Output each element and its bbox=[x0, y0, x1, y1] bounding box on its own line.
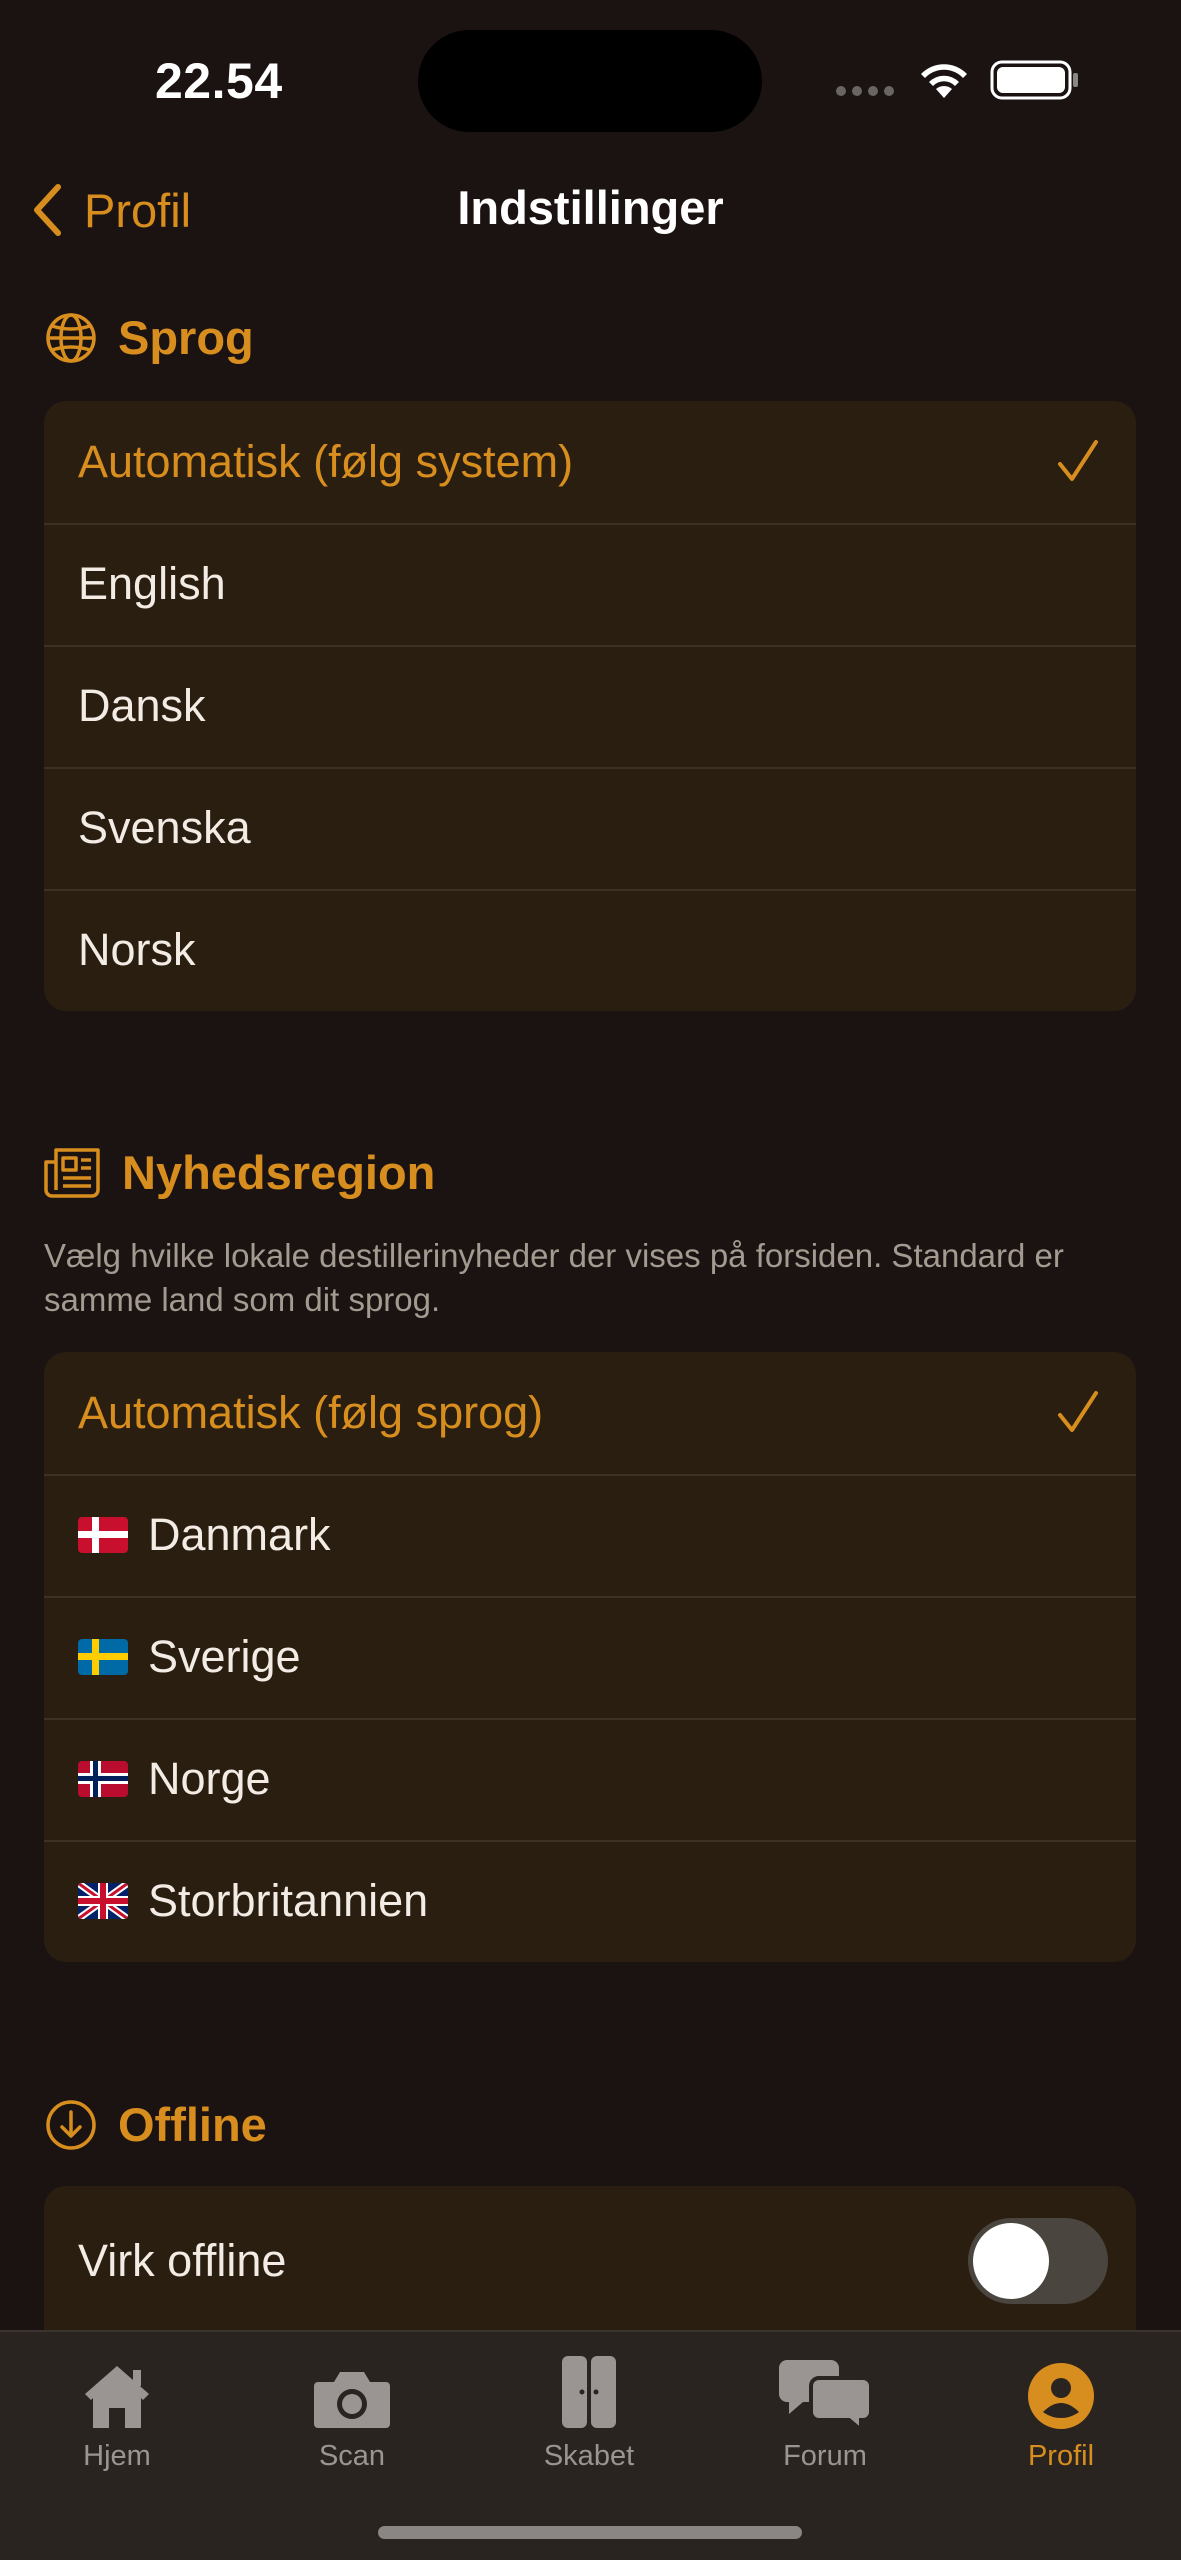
tab-home[interactable]: Hjem bbox=[17, 2340, 217, 2473]
tab-label: Forum bbox=[783, 2440, 867, 2472]
camera-icon bbox=[314, 2372, 390, 2428]
option-label: Storbritannien bbox=[148, 1875, 429, 1926]
section-header-language: Sprog bbox=[44, 310, 254, 365]
option-label: Norsk bbox=[78, 924, 196, 975]
work-offline-toggle[interactable] bbox=[968, 2218, 1108, 2304]
work-offline-label: Virk offline bbox=[78, 2235, 287, 2286]
tab-label: Profil bbox=[1027, 2440, 1095, 2472]
option-label: Automatisk (følg sprog) bbox=[78, 1387, 544, 1438]
chat-bubbles-icon bbox=[779, 2360, 871, 2430]
region-option-sverige[interactable]: Sverige bbox=[44, 1596, 1136, 1718]
language-option-english[interactable]: English bbox=[44, 523, 1136, 645]
section-header-offline: Offline bbox=[44, 2097, 267, 2152]
globe-icon bbox=[46, 312, 96, 363]
status-time: 22.54 bbox=[155, 53, 283, 109]
news-region-list: Automatisk (følg sprog) Danmark Sverige … bbox=[44, 1352, 1136, 1962]
tab-label: Skabet bbox=[543, 2440, 635, 2472]
region-option-automatic[interactable]: Automatisk (følg sprog) bbox=[44, 1352, 1136, 1474]
toggle-knob bbox=[973, 2223, 1049, 2299]
newspaper-icon bbox=[44, 1147, 100, 1198]
section-title-news-region: Nyhedsregion bbox=[122, 1146, 436, 1199]
work-offline-row: Virk offline bbox=[44, 2186, 1136, 2336]
language-option-dansk[interactable]: Dansk bbox=[44, 645, 1136, 767]
home-icon bbox=[85, 2366, 149, 2428]
section-header-news-region: Nyhedsregion bbox=[44, 1145, 435, 1200]
tab-label: Scan bbox=[318, 2440, 386, 2472]
cabinet-icon bbox=[562, 2356, 616, 2428]
option-label: Danmark bbox=[148, 1509, 331, 1560]
news-region-description: Vælg hvilke lokale destillerinyheder der… bbox=[44, 1237, 1064, 1318]
tab-cabinet[interactable]: Skabet bbox=[489, 2340, 689, 2473]
cellular-signal-icon bbox=[836, 86, 894, 96]
option-label: Automatisk (følg system) bbox=[78, 436, 574, 487]
option-label: English bbox=[78, 558, 226, 609]
dynamic-island bbox=[418, 30, 762, 132]
language-list: Automatisk (følg system) English Dansk S… bbox=[44, 401, 1136, 1011]
status-bar: 22.54 bbox=[0, 0, 1181, 160]
option-label: Norge bbox=[148, 1753, 271, 1804]
language-option-norsk[interactable]: Norsk bbox=[44, 889, 1136, 1011]
section-title-offline: Offline bbox=[118, 2098, 267, 2151]
page-title: Indstillinger bbox=[457, 181, 724, 234]
download-circle-icon bbox=[46, 2099, 96, 2150]
home-indicator[interactable] bbox=[378, 2526, 802, 2539]
uk-flag-icon bbox=[78, 1883, 128, 1919]
wifi-icon bbox=[921, 64, 967, 98]
region-option-norge[interactable]: Norge bbox=[44, 1718, 1136, 1840]
option-label: Svenska bbox=[78, 802, 251, 853]
checkmark-icon bbox=[1058, 440, 1098, 481]
region-option-storbritannien[interactable]: Storbritannien bbox=[44, 1840, 1136, 1962]
tab-label: Hjem bbox=[83, 2440, 151, 2472]
offline-list: Virk offline bbox=[44, 2186, 1136, 2346]
tab-forum[interactable]: Forum bbox=[725, 2340, 925, 2473]
battery-icon bbox=[990, 60, 1078, 100]
profile-icon bbox=[1028, 2363, 1094, 2429]
option-label: Dansk bbox=[78, 680, 206, 731]
region-option-danmark[interactable]: Danmark bbox=[44, 1474, 1136, 1596]
sweden-flag-icon bbox=[78, 1639, 128, 1675]
norway-flag-icon bbox=[78, 1761, 128, 1797]
language-option-svenska[interactable]: Svenska bbox=[44, 767, 1136, 889]
tab-scan[interactable]: Scan bbox=[252, 2340, 452, 2473]
denmark-flag-icon bbox=[78, 1517, 128, 1553]
option-label: Sverige bbox=[148, 1631, 301, 1682]
section-title-language: Sprog bbox=[118, 311, 254, 364]
tab-profile[interactable]: Profil bbox=[961, 2340, 1161, 2473]
checkmark-icon bbox=[1058, 1391, 1098, 1432]
language-option-automatic[interactable]: Automatisk (følg system) bbox=[44, 401, 1136, 523]
